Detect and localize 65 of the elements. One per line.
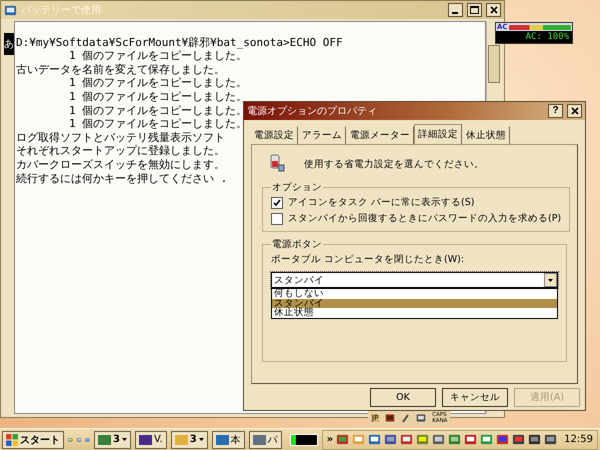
- field-label: ポータブル コンピュータを閉じたとき(W):: [271, 253, 466, 266]
- tray-icon[interactable]: [400, 433, 414, 446]
- console-line: 1 個のファイルをコピーしました。: [68, 76, 248, 90]
- tab[interactable]: 電源設定: [250, 126, 298, 144]
- caret-icon: [548, 278, 553, 282]
- task-button[interactable]: パ: [248, 430, 282, 448]
- dialog-button[interactable]: キャンセル: [442, 388, 508, 407]
- checkbox-label: アイコンをタスク バーに常に表示する(S): [288, 196, 474, 209]
- tray-expand-button[interactable]: »: [326, 434, 334, 445]
- console-app-icon: [4, 4, 17, 16]
- console-line: 1 個のファイルをコピーしました。: [68, 90, 248, 104]
- check-icon: [273, 198, 281, 206]
- console-line: 1 個のファイルをコピーしました。: [68, 49, 248, 63]
- tray-icon[interactable]: [432, 433, 446, 446]
- checkbox-label: スタンバイから回復するときにパスワードの入力を求める(P): [288, 212, 562, 225]
- dialog-button[interactable]: OK: [370, 388, 436, 407]
- task-button[interactable]: V.: [134, 430, 167, 448]
- caret-icon: [198, 438, 204, 441]
- console-line: それぞれスタートアップに登録しました。: [16, 144, 225, 158]
- window-title: バッテリーで使用: [21, 4, 102, 17]
- tray-icon[interactable]: [544, 433, 558, 446]
- group-title: オプション: [271, 181, 323, 194]
- maximize-button[interactable]: [467, 3, 482, 17]
- ime-indicator: あ: [4, 33, 14, 55]
- checkbox[interactable]: [271, 212, 283, 224]
- close-button[interactable]: [486, 3, 501, 17]
- help-button[interactable]: ?: [548, 104, 563, 118]
- dialog-title: 電源オプションのプロパティ: [247, 104, 378, 118]
- scroll-thumb[interactable]: [488, 45, 500, 83]
- tray-icon[interactable]: [384, 433, 398, 446]
- tray-icon[interactable]: [496, 433, 510, 446]
- tray-icon[interactable]: [336, 433, 350, 446]
- console-line: ログ取得ソフトとバッテリ残量表示ソフト: [16, 130, 225, 144]
- tab[interactable]: 休止状態: [462, 126, 510, 144]
- group-title: 電源ボタン: [271, 238, 323, 251]
- console-line: 1 個のファイルをコピーしました。: [68, 104, 248, 118]
- pen-icon[interactable]: [401, 413, 410, 423]
- tray-icon[interactable]: [512, 433, 526, 446]
- description-text: 使用する省電力設定を選んでください。: [304, 158, 484, 170]
- close-icon: [490, 6, 498, 14]
- clock[interactable]: 12:59: [564, 434, 593, 445]
- task-button[interactable]: 3: [94, 430, 131, 448]
- windows-flag-icon: [6, 434, 18, 446]
- console-line: D:¥my¥Softdata¥ScForMount¥辟邪¥bat_sonota>ECHO OFF: [16, 36, 343, 50]
- tray-icon[interactable]: [368, 433, 382, 446]
- console-line: 1 個のファイルをコピーしました。: [68, 117, 248, 131]
- task-button[interactable]: 本: [212, 430, 245, 448]
- dropdown-option[interactable]: スタンバイ: [272, 298, 557, 308]
- minimize-button[interactable]: [448, 3, 463, 17]
- close-icon: [570, 107, 578, 115]
- caret-icon: [122, 438, 127, 441]
- close-button[interactable]: [567, 104, 582, 118]
- checkbox[interactable]: [271, 196, 283, 208]
- maximize-icon: [470, 6, 479, 14]
- task-button[interactable]: 3: [170, 430, 208, 448]
- tray-icon[interactable]: [528, 433, 542, 446]
- start-button[interactable]: スタート: [2, 430, 64, 448]
- console-line: カバークローズスイッチを無効にします。: [16, 158, 225, 172]
- console-line: 続行するには何かキーを押してください .: [16, 172, 228, 186]
- battery-reading: AC: 100%: [524, 31, 570, 43]
- console-line: 古いデータを名前を変えて保存しました。: [16, 62, 225, 76]
- tray-icon[interactable]: [464, 433, 478, 446]
- tab[interactable]: 詳細設定: [414, 124, 462, 144]
- tab[interactable]: アラーム: [298, 126, 346, 144]
- dropdown-field[interactable]: スタンバイ: [271, 272, 558, 288]
